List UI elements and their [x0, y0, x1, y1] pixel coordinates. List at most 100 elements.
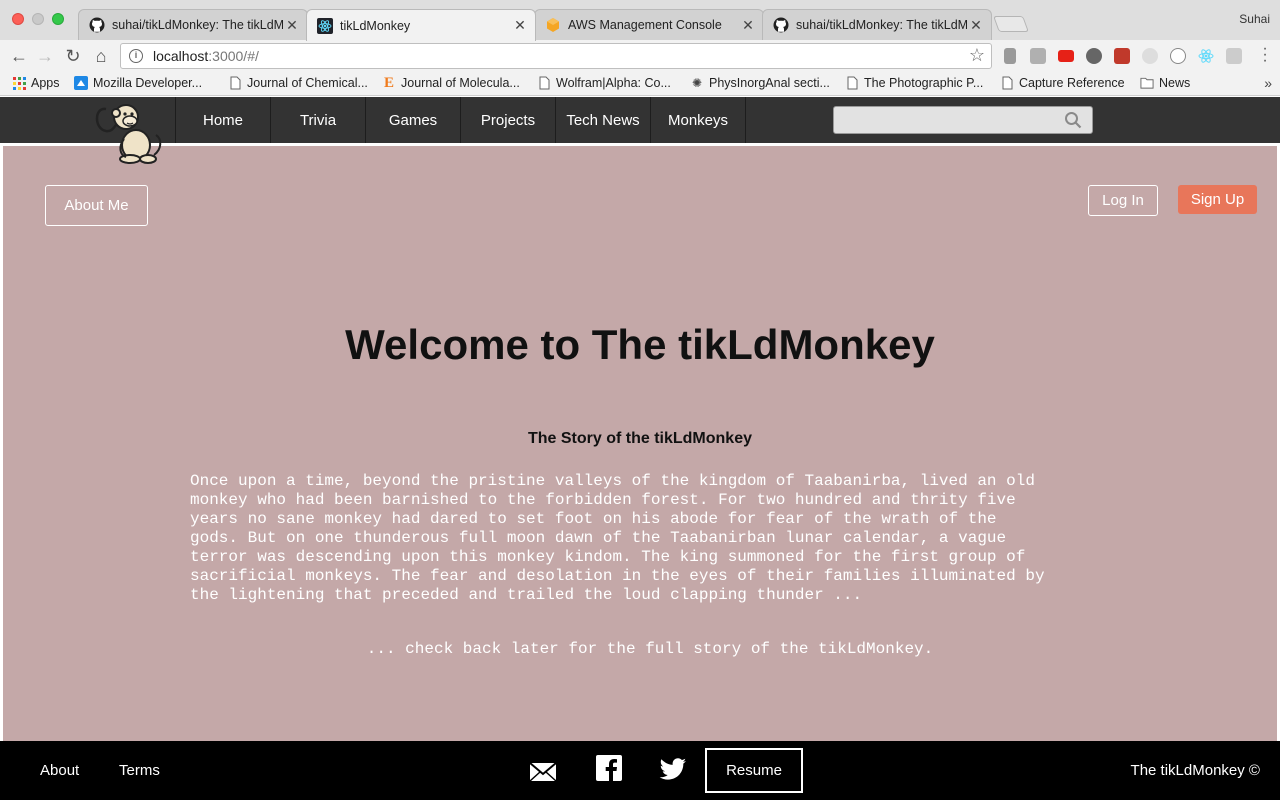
login-button[interactable]: Log In: [1088, 185, 1158, 216]
extension-icon[interactable]: [1004, 48, 1016, 64]
footer-terms-link[interactable]: Terms: [119, 762, 160, 779]
bookmark-label: Wolfram|Alpha: Co...: [556, 76, 671, 90]
facebook-icon[interactable]: [595, 755, 623, 781]
youtube-extension-icon[interactable]: [1058, 50, 1074, 62]
nav-projects[interactable]: Projects: [461, 97, 556, 143]
browser-menu-icon[interactable]: · · ·: [1262, 41, 1268, 69]
bookmark-label: The Photographic P...: [864, 76, 984, 90]
browser-toolbar: ← → ↻ ⌂ i localhost:3000/#/ ☆ · · ·: [0, 40, 1280, 72]
close-tab-icon[interactable]: ✕: [283, 17, 301, 34]
bookmark-item[interactable]: Capture Reference: [1000, 76, 1125, 90]
story-title: The Story of the tikLdMonkey: [527, 430, 752, 447]
browser-tab[interactable]: AWS Management Console ✕: [534, 9, 764, 40]
react-devtools-icon[interactable]: [1198, 48, 1214, 64]
address-bar[interactable]: i localhost:3000/#/ ☆: [120, 43, 992, 69]
window-minimize-button[interactable]: [32, 13, 44, 25]
spider-icon: ✺: [691, 76, 703, 90]
extension-icon[interactable]: [1086, 48, 1102, 64]
signup-button[interactable]: Sign Up: [1178, 185, 1257, 214]
email-icon[interactable]: [529, 759, 557, 785]
back-icon[interactable]: ←: [8, 45, 30, 67]
bookmark-label: Journal of Chemical...: [247, 76, 368, 90]
reload-icon[interactable]: ↻: [62, 45, 84, 67]
search-input[interactable]: [834, 107, 1054, 133]
bookmark-item[interactable]: News: [1140, 76, 1190, 90]
browser-tabstrip: suhai/tikLdMonkey: The tikLdM ✕ tikLdMon…: [0, 0, 1280, 41]
footer-about-link[interactable]: About: [40, 762, 79, 779]
main-content: About Me Log In Sign Up Welcome to The t…: [3, 146, 1277, 741]
nav-trivia[interactable]: Trivia: [271, 97, 366, 143]
site-navbar: Home Trivia Games Projects Tech News Mon…: [0, 97, 1280, 164]
mdn-icon: [74, 76, 88, 90]
profile-name[interactable]: Suhai: [1239, 12, 1270, 26]
story-line: monkey who had been barnished to the for…: [190, 491, 1016, 509]
story-line: terror was descending upon this monkey k…: [190, 548, 1026, 566]
site-footer: About Terms Resume The tikLdMonkey ©: [0, 741, 1280, 800]
page-icon: [845, 76, 859, 90]
window-close-button[interactable]: [12, 13, 24, 25]
bookmark-item[interactable]: The Photographic P...: [845, 76, 983, 90]
extension-icon[interactable]: [1030, 48, 1046, 64]
bookmark-label: Mozilla Developer...: [93, 76, 203, 90]
github-icon: [773, 17, 789, 33]
page-icon: [537, 76, 551, 90]
close-tab-icon[interactable]: ✕: [967, 17, 985, 34]
github-icon: [89, 17, 105, 33]
bookmark-item[interactable]: Mozilla Developer...: [74, 76, 202, 90]
page-title: Welcome to The tikLdMonkey: [345, 321, 935, 368]
react-icon: [317, 17, 333, 34]
bookmark-item[interactable]: ✺ PhysInorgAnal secti...: [690, 76, 830, 90]
new-tab-button[interactable]: [993, 16, 1029, 32]
story-line: Once upon a time, beyond the pristine va…: [190, 472, 1035, 490]
extension-icon[interactable]: [1226, 48, 1242, 64]
twitter-icon[interactable]: [659, 757, 687, 783]
tab-title: tikLdMonkey: [340, 18, 411, 33]
aws-icon: [545, 17, 561, 33]
bookmark-item[interactable]: Wolfram|Alpha: Co...: [537, 76, 671, 90]
browser-tab[interactable]: suhai/tikLdMonkey: The tikLdM ✕: [78, 9, 308, 40]
page-icon: [1000, 76, 1014, 90]
story-more-text: ... check back later for the full story …: [366, 640, 934, 658]
story-line: gods. But on one thunderous full moon da…: [190, 529, 1007, 547]
bookmark-item[interactable]: E Journal of Molecula...: [382, 74, 520, 91]
site-info-icon[interactable]: i: [129, 49, 143, 63]
bookmark-label: Capture Reference: [1019, 76, 1125, 90]
bookmark-label: Apps: [31, 76, 60, 90]
bookmarks-bar: Apps Mozilla Developer... Journal of Che…: [0, 72, 1280, 96]
extension-icon[interactable]: [1142, 48, 1158, 64]
bookmark-star-icon[interactable]: ☆: [969, 45, 985, 66]
bookmark-label: News: [1159, 76, 1191, 90]
monkey-logo-icon[interactable]: [92, 99, 168, 164]
browser-tab-active[interactable]: tikLdMonkey ✕: [306, 9, 536, 41]
url-path: :3000/#/: [208, 48, 259, 64]
copyright-text: The tikLdMonkey ©: [1130, 762, 1260, 779]
nav-monkeys[interactable]: Monkeys: [651, 97, 746, 143]
forward-icon[interactable]: →: [34, 45, 56, 67]
bookmark-label: Journal of Molecula...: [401, 76, 520, 90]
nav-home[interactable]: Home: [176, 97, 271, 143]
close-tab-icon[interactable]: ✕: [511, 17, 529, 34]
nav-tech-news[interactable]: Tech News: [556, 97, 651, 143]
bookmark-item[interactable]: Apps: [12, 76, 60, 90]
about-me-button[interactable]: About Me: [45, 185, 148, 226]
site-search: [833, 106, 1093, 134]
elsevier-icon: E: [383, 74, 394, 91]
more-bookmarks-icon[interactable]: »: [1264, 75, 1272, 91]
nav-games[interactable]: Games: [366, 97, 461, 143]
close-tab-icon[interactable]: ✕: [739, 17, 757, 34]
url-host: localhost: [153, 48, 209, 64]
apps-grid-icon: [12, 76, 26, 90]
tab-title: suhai/tikLdMonkey: The tikLdM: [112, 18, 283, 32]
resume-button[interactable]: Resume: [705, 748, 803, 793]
window-maximize-button[interactable]: [52, 13, 64, 25]
search-icon[interactable]: [1064, 111, 1082, 129]
tab-title: AWS Management Console: [568, 18, 722, 32]
home-icon[interactable]: ⌂: [90, 45, 112, 67]
tab-title: suhai/tikLdMonkey: The tikLdM: [796, 18, 967, 32]
browser-tab[interactable]: suhai/tikLdMonkey: The tikLdM ✕: [762, 9, 992, 40]
extension-icon[interactable]: [1114, 48, 1130, 64]
page-icon: [228, 76, 242, 90]
extension-icon[interactable]: [1170, 48, 1186, 64]
bookmark-item[interactable]: Journal of Chemical...: [228, 76, 368, 90]
story-line: sacrificial monkeys. The fear and desola…: [190, 567, 1045, 585]
